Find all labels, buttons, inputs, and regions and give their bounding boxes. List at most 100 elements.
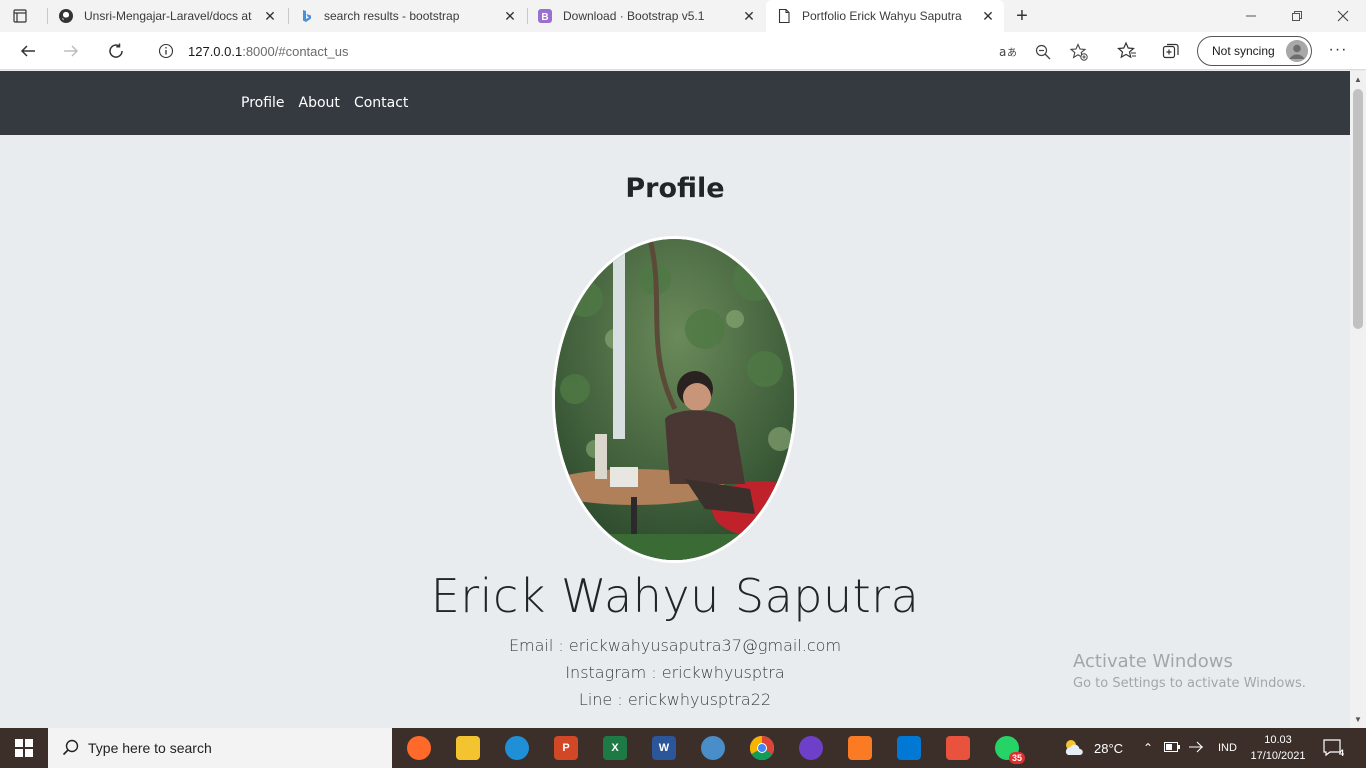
- bing-icon: [298, 8, 314, 24]
- url-text[interactable]: 127.0.0.1:8000/#contact_us: [188, 44, 348, 59]
- tab-portfolio[interactable]: Portfolio Erick Wahyu Saputra ✕: [766, 0, 1004, 32]
- page-icon: [776, 8, 792, 24]
- chrome-icon[interactable]: [750, 736, 774, 760]
- powerpoint-icon[interactable]: P: [554, 736, 578, 760]
- forward-button[interactable]: [59, 39, 83, 63]
- battery-icon[interactable]: [1164, 741, 1180, 755]
- tab-actions-icon[interactable]: [12, 8, 28, 24]
- site-info-icon[interactable]: [158, 43, 174, 59]
- clock-time: 10.03: [1264, 734, 1292, 746]
- refresh-icon: [109, 43, 123, 58]
- settings-more-icon[interactable]: ···: [1328, 41, 1348, 61]
- profile-avatar-icon: [1286, 40, 1308, 62]
- tab-separator: [288, 8, 289, 24]
- vertical-scrollbar[interactable]: ▲ ▼: [1350, 71, 1366, 728]
- back-button[interactable]: [16, 39, 40, 63]
- github-desktop-icon[interactable]: [799, 736, 823, 760]
- vscode-icon[interactable]: [897, 736, 921, 760]
- tab-title: Portfolio Erick Wahyu Saputra: [802, 9, 962, 23]
- svg-text:あ: あ: [1007, 47, 1016, 59]
- read-aloud-icon[interactable]: aあ: [998, 43, 1016, 61]
- restore-icon: [1292, 11, 1302, 21]
- scroll-down-arrow-icon[interactable]: ▼: [1354, 715, 1362, 724]
- profile-photo: [552, 236, 797, 563]
- close-window-button[interactable]: [1320, 0, 1366, 32]
- tab-title: Unsri-Mengajar-Laravel/docs at: [84, 9, 252, 23]
- new-tab-button[interactable]: +: [1012, 6, 1032, 26]
- site-navbar: Profile About Contact: [0, 71, 1350, 135]
- add-favorite-icon[interactable]: [1070, 43, 1088, 61]
- collections-icon[interactable]: [1161, 41, 1181, 61]
- start-button[interactable]: [0, 728, 48, 768]
- scroll-thumb[interactable]: [1353, 89, 1363, 329]
- notification-count: 4: [1338, 748, 1344, 758]
- language-indicator[interactable]: IND: [1218, 742, 1237, 754]
- bootstrap-icon: B: [537, 8, 553, 24]
- close-icon[interactable]: ✕: [502, 8, 518, 24]
- chevron-up-icon[interactable]: ⌃: [1140, 741, 1156, 755]
- scroll-up-arrow-icon[interactable]: ▲: [1354, 75, 1362, 84]
- line-id-line: Line : erickwhyusptra22: [578, 690, 772, 709]
- notification-center-icon[interactable]: 4: [1322, 738, 1344, 758]
- tab-separator: [47, 8, 48, 24]
- close-icon: [1337, 10, 1349, 22]
- taskbar-clock[interactable]: 10.03 17/10/2021: [1246, 732, 1310, 764]
- windows-taskbar: Type here to search P X W 35 28°C ⌃ IND …: [0, 728, 1366, 768]
- whatsapp-badge: 35: [1008, 752, 1025, 764]
- excel-icon[interactable]: X: [603, 736, 627, 760]
- file-explorer-icon[interactable]: [456, 736, 480, 760]
- minimize-button[interactable]: [1228, 0, 1274, 32]
- nav-link-profile[interactable]: Profile: [241, 95, 285, 111]
- svg-text:a: a: [999, 45, 1006, 59]
- browser-toolbar: 127.0.0.1:8000/#contact_us aあ Not syncin…: [0, 32, 1366, 70]
- whatsapp-icon[interactable]: 35: [995, 736, 1025, 764]
- weather-widget[interactable]: 28°C: [1062, 728, 1123, 768]
- address-bar[interactable]: 127.0.0.1:8000/#contact_us aあ: [144, 36, 1100, 66]
- github-icon: [58, 8, 74, 24]
- url-host: 127.0.0.1: [188, 44, 243, 59]
- tab-bing[interactable]: search results - bootstrap ✕: [290, 0, 526, 32]
- firefox-icon[interactable]: [407, 736, 431, 760]
- network-icon[interactable]: [1188, 740, 1204, 757]
- edge-icon[interactable]: [505, 736, 529, 760]
- watermark-subtitle: Go to Settings to activate Windows.: [1073, 676, 1306, 691]
- tab-title: search results - bootstrap: [324, 9, 460, 23]
- nav-link-about[interactable]: About: [299, 95, 340, 111]
- sync-label: Not syncing: [1212, 44, 1275, 58]
- activate-windows-watermark: Activate Windows Go to Settings to activ…: [1073, 651, 1306, 691]
- word-icon[interactable]: W: [652, 736, 676, 760]
- svg-text:B: B: [541, 12, 548, 23]
- section-heading: Profile: [625, 173, 725, 204]
- weather-temp: 28°C: [1094, 740, 1124, 756]
- restore-button[interactable]: [1274, 0, 1320, 32]
- xampp-icon[interactable]: [848, 736, 872, 760]
- zoom-out-icon[interactable]: [1034, 43, 1052, 61]
- windows-logo-icon: [15, 739, 33, 757]
- close-icon[interactable]: ✕: [262, 8, 278, 24]
- tab-github[interactable]: Unsri-Mengajar-Laravel/docs at ✕: [50, 0, 286, 32]
- nav-links: Profile About Contact: [241, 95, 408, 111]
- minimize-icon: [1246, 15, 1256, 17]
- page-viewport: Profile About Contact Profile Erick Wahy…: [0, 71, 1350, 728]
- close-icon[interactable]: ✕: [741, 8, 757, 24]
- favorites-icon[interactable]: [1117, 41, 1137, 61]
- search-icon: [62, 739, 79, 756]
- search-placeholder: Type here to search: [88, 740, 212, 756]
- watermark-title: Activate Windows: [1073, 651, 1233, 672]
- partly-cloudy-icon: [1065, 740, 1083, 755]
- clock-date: 17/10/2021: [1250, 750, 1306, 762]
- sql-server-icon[interactable]: [701, 736, 725, 760]
- system-tray-icons: ⌃ IND: [1140, 728, 1237, 768]
- back-arrow-icon: [20, 45, 35, 57]
- forward-arrow-icon: [64, 45, 79, 57]
- tab-title: Download · Bootstrap v5.1: [563, 9, 705, 23]
- profile-name: Erick Wahyu Saputra: [430, 569, 920, 623]
- git-icon[interactable]: [946, 736, 970, 760]
- taskbar-search-box[interactable]: Type here to search: [48, 728, 392, 768]
- browser-tab-strip: Unsri-Mengajar-Laravel/docs at ✕ search …: [0, 0, 1366, 32]
- tab-bootstrap[interactable]: B Download · Bootstrap v5.1 ✕: [529, 0, 765, 32]
- profile-sync-button[interactable]: Not syncing: [1197, 36, 1312, 66]
- nav-link-contact[interactable]: Contact: [354, 95, 408, 111]
- refresh-button[interactable]: [104, 39, 128, 63]
- close-icon[interactable]: ✕: [980, 8, 996, 24]
